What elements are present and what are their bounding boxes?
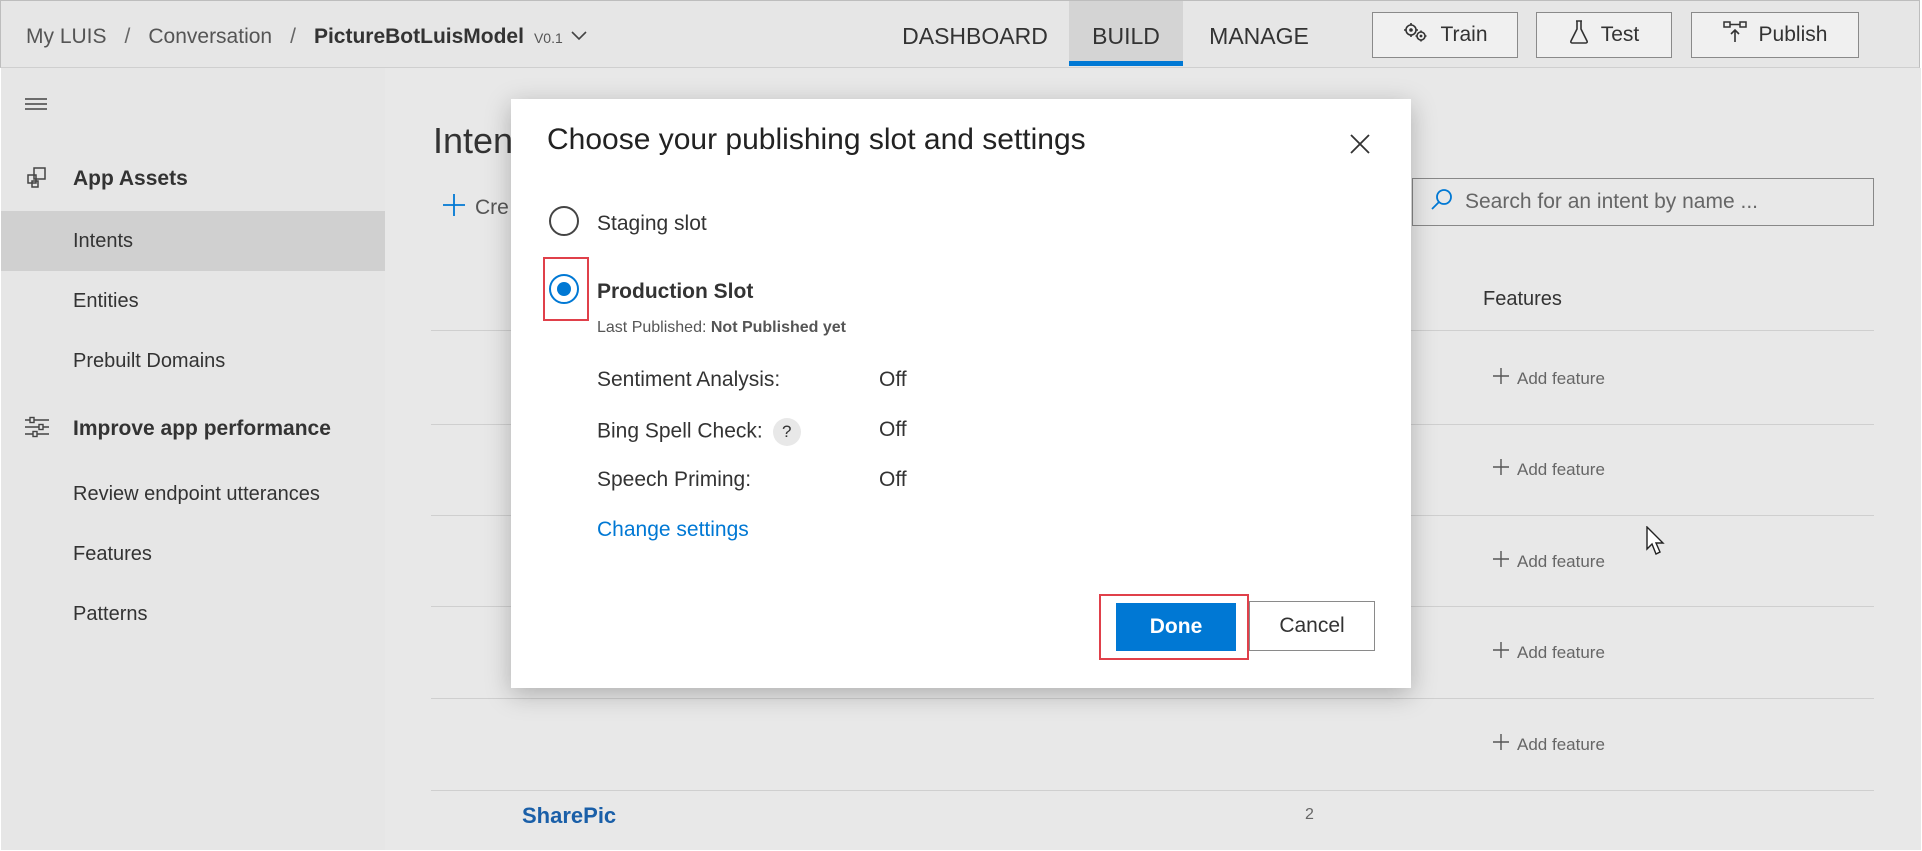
publish-icon xyxy=(1722,21,1747,49)
change-settings-link[interactable]: Change settings xyxy=(597,518,749,542)
intent-link-sharepic[interactable]: SharePic xyxy=(522,803,616,829)
breadcrumb-conversation[interactable]: Conversation xyxy=(148,25,272,48)
publish-dialog: Choose your publishing slot and settings… xyxy=(511,99,1411,688)
last-published-value: Not Published yet xyxy=(710,319,846,336)
intent-search-input[interactable]: Search for an intent by name ... xyxy=(1412,178,1874,226)
bing-spell-check-value: Off xyxy=(879,418,907,441)
production-slot-label: Production Slot xyxy=(597,280,754,303)
sidebar-section-improve-app-performance[interactable]: Improve app performance xyxy=(73,417,331,441)
gears-icon xyxy=(1402,21,1428,49)
bing-spell-check-setting: Bing Spell Check:? xyxy=(597,418,801,446)
production-slot-radio[interactable] xyxy=(549,274,579,304)
sidebar-item-features[interactable]: Features xyxy=(1,524,385,584)
breadcrumb: My LUIS / Conversation / PictureBotLuisModel… xyxy=(26,23,587,49)
tab-build[interactable]: BUILD xyxy=(1069,1,1183,66)
sidebar-section-app-assets[interactable]: App Assets xyxy=(73,167,188,191)
help-icon[interactable]: ? xyxy=(772,418,801,446)
chevron-down-icon[interactable] xyxy=(571,23,587,47)
train-button[interactable]: Train xyxy=(1372,12,1518,58)
add-feature-button[interactable]: Add feature xyxy=(1493,368,1605,389)
top-bar: My LUIS / Conversation / PictureBotLuisModel… xyxy=(0,0,1920,68)
add-feature-button[interactable]: Add feature xyxy=(1493,734,1605,755)
sidebar-item-patterns[interactable]: Patterns xyxy=(1,584,385,644)
breadcrumb-my-luis[interactable]: My LUIS xyxy=(26,25,107,48)
done-button[interactable]: Done xyxy=(1116,603,1236,651)
plus-icon xyxy=(1493,368,1509,389)
sidebar-item-prebuilt-domains[interactable]: Prebuilt Domains xyxy=(1,331,385,391)
sentiment-analysis-label: Sentiment Analysis: xyxy=(597,368,781,391)
sidebar-item-intents[interactable]: Intents xyxy=(1,211,385,271)
staging-slot-radio[interactable] xyxy=(549,206,579,236)
speech-priming-value: Off xyxy=(879,468,907,491)
test-button[interactable]: Test xyxy=(1536,12,1672,58)
last-published: Last Published: Not Published yet xyxy=(597,319,846,337)
sentiment-analysis-value: Off xyxy=(879,368,907,391)
sidebar: App Assets Intents Entities Prebuilt Dom… xyxy=(1,68,385,850)
dialog-title: Choose your publishing slot and settings xyxy=(547,123,1086,156)
hamburger-menu-icon[interactable] xyxy=(25,96,47,117)
test-label: Test xyxy=(1600,23,1640,46)
close-icon[interactable] xyxy=(1349,133,1371,155)
features-column-header: Features xyxy=(1483,288,1562,310)
publish-label: Publish xyxy=(1758,23,1828,46)
flask-icon xyxy=(1569,20,1589,50)
breadcrumb-app-name[interactable]: PictureBotLuisModel xyxy=(314,25,524,48)
last-published-label: Last Published: xyxy=(597,319,707,336)
app-assets-icon xyxy=(25,166,49,195)
cancel-button[interactable]: Cancel xyxy=(1249,601,1375,651)
sliders-icon xyxy=(25,416,49,443)
add-feature-button[interactable]: Add feature xyxy=(1493,459,1605,480)
page-title: Inten xyxy=(433,120,514,161)
speech-priming-label: Speech Priming: xyxy=(597,468,752,491)
tab-dashboard[interactable]: DASHBOARD xyxy=(887,1,1063,65)
search-icon xyxy=(1431,188,1453,216)
plus-icon xyxy=(443,194,465,222)
add-feature-button[interactable]: Add feature xyxy=(1493,642,1605,663)
sidebar-item-review-endpoint-utterances[interactable]: Review endpoint utterances xyxy=(1,464,385,524)
plus-icon xyxy=(1493,551,1509,572)
create-label: Cre xyxy=(475,196,509,219)
plus-icon xyxy=(1493,734,1509,755)
staging-slot-label: Staging slot xyxy=(597,212,707,235)
plus-icon xyxy=(1493,642,1509,663)
row-divider xyxy=(431,790,1874,791)
tab-manage[interactable]: MANAGE xyxy=(1197,1,1321,65)
bing-spell-check-label: Bing Spell Check: xyxy=(597,419,763,443)
sidebar-item-entities[interactable]: Entities xyxy=(1,271,385,331)
publish-button[interactable]: Publish xyxy=(1691,12,1859,58)
search-placeholder: Search for an intent by name ... xyxy=(1465,190,1758,213)
version-label: V0.1 xyxy=(533,30,563,46)
create-intent-button[interactable]: Cre xyxy=(443,194,509,222)
row-divider xyxy=(431,698,1874,699)
train-label: Train xyxy=(1440,23,1488,46)
add-feature-button[interactable]: Add feature xyxy=(1493,551,1605,572)
mouse-pointer-icon xyxy=(1646,525,1666,561)
utterance-count: 2 xyxy=(1305,806,1314,823)
plus-icon xyxy=(1493,459,1509,480)
